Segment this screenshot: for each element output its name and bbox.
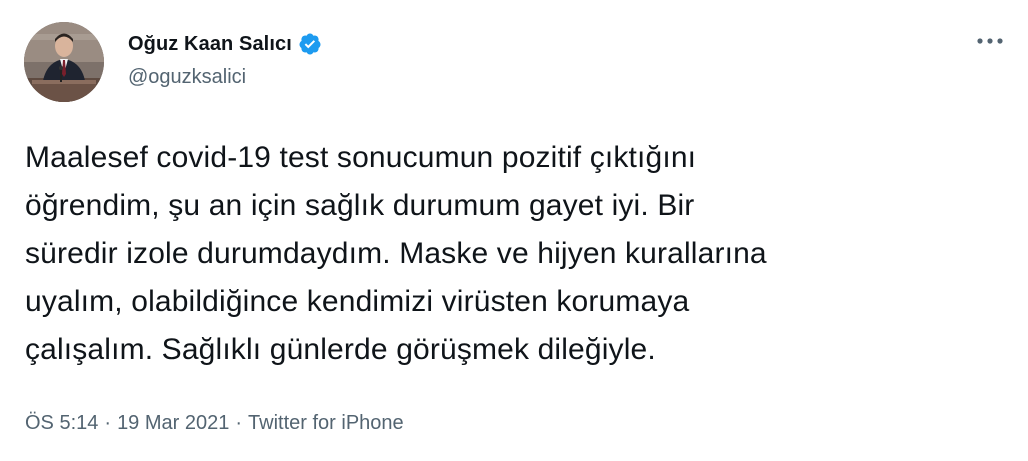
avatar[interactable] [24, 22, 104, 102]
tweet-source[interactable]: Twitter for iPhone [248, 412, 404, 435]
author-display-name[interactable]: Oğuz Kaan Salıcı [128, 33, 292, 56]
tweet-time[interactable]: ÖS 5:14 [25, 412, 98, 435]
tweet-card: Oğuz Kaan Salıcı @oguzksalici Maalesef c… [0, 0, 1028, 461]
author-name-row: Oğuz Kaan Salıcı [128, 30, 322, 58]
meta-separator: · [235, 411, 243, 434]
meta-separator: · [104, 411, 112, 434]
tweet-text: Maalesef covid-19 test sonucumun pozitif… [25, 141, 767, 366]
more-options-button[interactable] [970, 28, 1010, 54]
verified-badge-icon [298, 32, 322, 56]
avatar-photo [24, 22, 104, 102]
author-handle[interactable]: @oguzksalici [128, 66, 246, 89]
tweet-date[interactable]: 19 Mar 2021 [117, 412, 229, 435]
more-options-icon [977, 38, 1003, 44]
tweet-metadata: ÖS 5:14 · 19 Mar 2021 · Twitter for iPho… [25, 407, 404, 439]
